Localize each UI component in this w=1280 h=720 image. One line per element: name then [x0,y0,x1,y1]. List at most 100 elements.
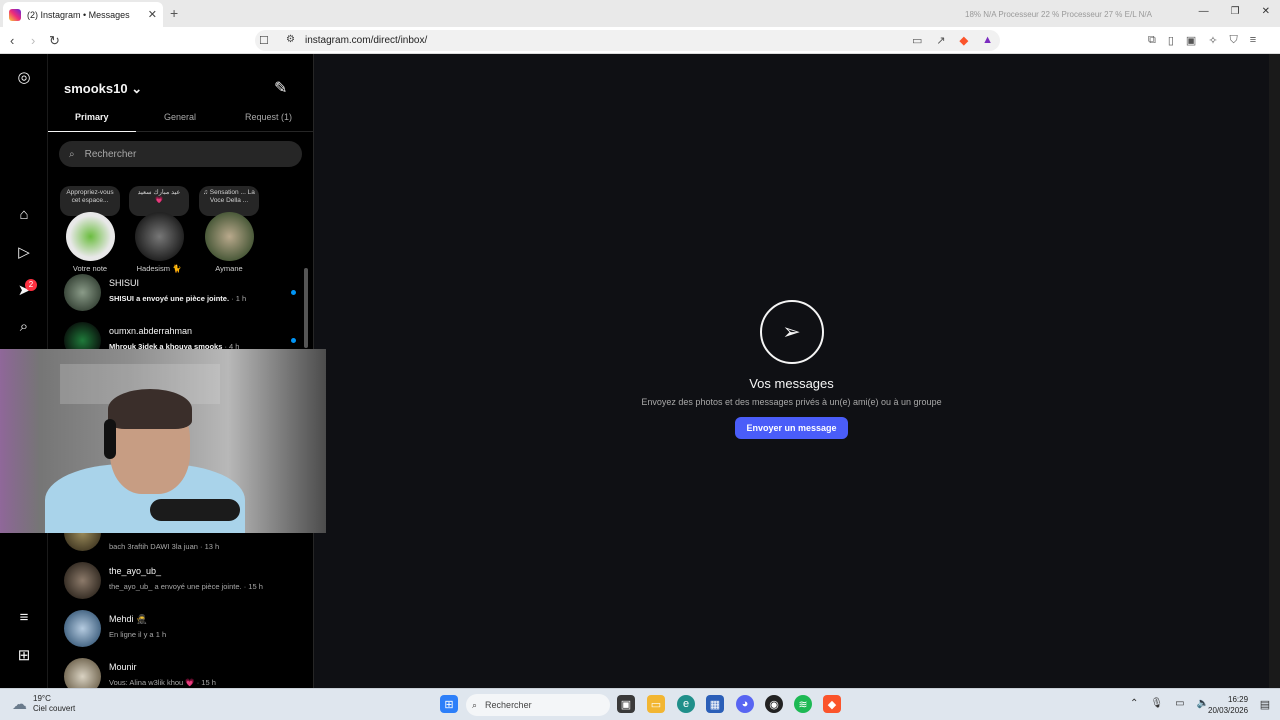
start-icon[interactable]: ⊞ [440,695,458,713]
page-scrollbar[interactable] [1269,54,1280,688]
share-icon[interactable]: ↗ [936,34,945,47]
avatar [64,562,101,599]
windows-taskbar: ☁ 19°C Ciel couvert ⊞ ⌕ Rechercher ▣ ▭ e… [0,688,1280,720]
notification-badge: 2 [25,279,37,291]
thread-preview: Vous: Alina w3lik khou 💗 · 15 h [109,678,216,687]
taskbar-search[interactable]: ⌕ Rechercher [466,694,610,716]
weather-text: Ciel couvert [33,704,76,713]
browser-tab[interactable]: (2) Instagram • Messages ✕ [3,2,163,27]
search-icon: ⌕ [69,148,75,160]
mic-icon[interactable]: 🎙 [1150,698,1163,709]
discord-icon[interactable]: ◕ [736,695,754,713]
thread-name: SHISUI [109,278,140,288]
more-apps-icon[interactable]: ⊞ [15,647,33,665]
reload-icon[interactable]: ↻ [49,33,60,49]
list-item[interactable]: Mounir Vous: Alina w3lik khou 💗 · 15 h [48,658,313,688]
cast-icon[interactable]: ▭ [912,34,922,47]
microphone [150,499,240,521]
task-view-icon[interactable]: ▣ [617,695,635,713]
thread-preview: the_ayo_ub_ a envoyé une pièce jointe. ·… [109,582,263,591]
network-icon[interactable]: ▭ [1175,698,1184,709]
maximize-icon[interactable]: ❐ [1231,6,1240,17]
sidebar-icon[interactable]: ▯ [1168,34,1174,47]
store-icon[interactable]: ▦ [706,695,724,713]
conversation-area: ➢ Vos messages Envoyez des photos et des… [314,54,1269,688]
send-message-button[interactable]: Envoyer un message [735,417,848,439]
thread-name: oumxn.abderrahman [109,326,193,336]
obs-icon[interactable]: ◉ [765,695,783,713]
time: 16:29 [1228,695,1249,704]
cloud-icon: ☁ [12,696,27,713]
unread-dot [291,338,296,343]
temperature: 19°C [33,694,51,703]
instagram-logo-icon[interactable]: ◎ [15,69,33,87]
empty-state: ➢ Vos messages Envoyez des photos et des… [314,300,1269,439]
account-switcher[interactable]: smooks10 ⌄ [64,81,142,97]
browser-menu-icon[interactable]: ≡ [1250,34,1256,47]
tab-title: (2) Instagram • Messages [27,9,130,20]
extensions-icon[interactable]: ⧉ [1148,34,1156,47]
reels-icon[interactable]: ▷ [15,244,33,262]
vpn-icon[interactable]: ⛉ [1230,34,1238,47]
back-icon[interactable]: ‹ [10,33,14,48]
tab-primary[interactable]: Primary [75,112,109,122]
avatar [65,212,115,261]
spotify-icon[interactable]: ≋ [794,695,812,713]
note-item[interactable]: عيد مبارك سعيد 💗 Hadesism 🐈 [129,186,189,273]
browser-toolbar-icons: ⧉ ▯ ▣ ✧ ⛉ ≡ [1148,34,1256,47]
note-item[interactable]: Appropriez-vous cet espace... Votre note [60,186,120,273]
date: 20/03/2026 [1208,706,1249,715]
list-item[interactable]: the_ayo_ub_ the_ayo_ub_ a envoyé une piè… [48,562,313,606]
person-hair [108,389,192,429]
browser-tab-bar: (2) Instagram • Messages ✕ + 18% N/A Pro… [0,0,1280,27]
new-tab-icon[interactable]: + [170,5,178,21]
empty-subtitle: Envoyez des photos et des messages privé… [641,397,942,407]
inbox-tabs: Primary General Request (1) [48,108,313,132]
avatar [64,274,101,311]
new-message-icon[interactable]: ✎ [274,78,287,98]
thread-name: the_ayo_ub_ [109,566,162,576]
search-placeholder: Rechercher [84,148,137,160]
notification-center-icon[interactable]: ▤ [1256,695,1274,713]
close-tab-icon[interactable]: ✕ [148,8,157,21]
headphones [104,419,116,459]
address-bar-row: ‹ › ↻ instagram.com/direct/inbox/ ☐ ⚙ ▭ … [0,27,1280,54]
paper-plane-icon: ➢ [759,300,824,364]
taskbar-search-label: Rechercher [485,700,532,710]
url-text: instagram.com/direct/inbox/ [305,35,428,46]
window-controls: — ❐ ✕ [1199,6,1270,17]
note-name: Hadesism 🐈 [136,264,182,273]
search-icon[interactable]: ⌕ [15,318,33,336]
bookmark-icon[interactable]: ☐ [259,34,269,47]
forward-icon[interactable]: › [31,33,35,48]
brave-icon[interactable]: ◆ [823,695,841,713]
inbox-scrollbar[interactable] [304,268,308,348]
search-icon: ⌕ [472,699,478,710]
wallet-icon[interactable]: ▣ [1186,34,1196,47]
tab-general[interactable]: General [164,112,196,122]
list-item[interactable]: SHISUI SHISUI a envoyé une pièce jointe.… [48,274,313,318]
list-item[interactable]: Mehdi 🥷 En ligne il y a 1 h [48,610,313,654]
edge-icon[interactable]: e [677,695,695,713]
brave-shields-icon[interactable]: ◆ [960,34,968,47]
menu-icon[interactable]: ≡ [15,609,33,627]
brave-rewards-icon[interactable]: ▲ [982,34,993,47]
search-input[interactable]: ⌕ Rechercher [59,141,302,167]
tab-requests[interactable]: Request (1) [245,112,292,122]
site-info-icon[interactable]: ⚙ [286,34,295,45]
weather-widget[interactable]: ☁ 19°C Ciel couvert [12,694,75,714]
empty-title: Vos messages [749,376,834,391]
url-field[interactable]: instagram.com/direct/inbox/ [255,30,1000,51]
close-window-icon[interactable]: ✕ [1262,6,1270,17]
minimize-icon[interactable]: — [1199,6,1209,17]
leo-ai-icon[interactable]: ✧ [1208,34,1217,47]
thread-name: Mehdi 🥷 [109,614,148,624]
url-actions: ▭ ↗ ◆ ▲ [912,34,993,47]
home-icon[interactable]: ⌂ [15,206,33,224]
thread-preview: bach 3raftih DAWI 3la juan · 13 h [109,542,220,551]
file-explorer-icon[interactable]: ▭ [647,695,665,713]
clock[interactable]: 16:29 20/03/2026 [1208,694,1248,716]
tray-expand-icon[interactable]: ⌃ [1130,698,1138,709]
avatar [64,610,101,647]
note-item[interactable]: ♫ Sensation ... La Voce Della ... Aymane [199,186,259,273]
